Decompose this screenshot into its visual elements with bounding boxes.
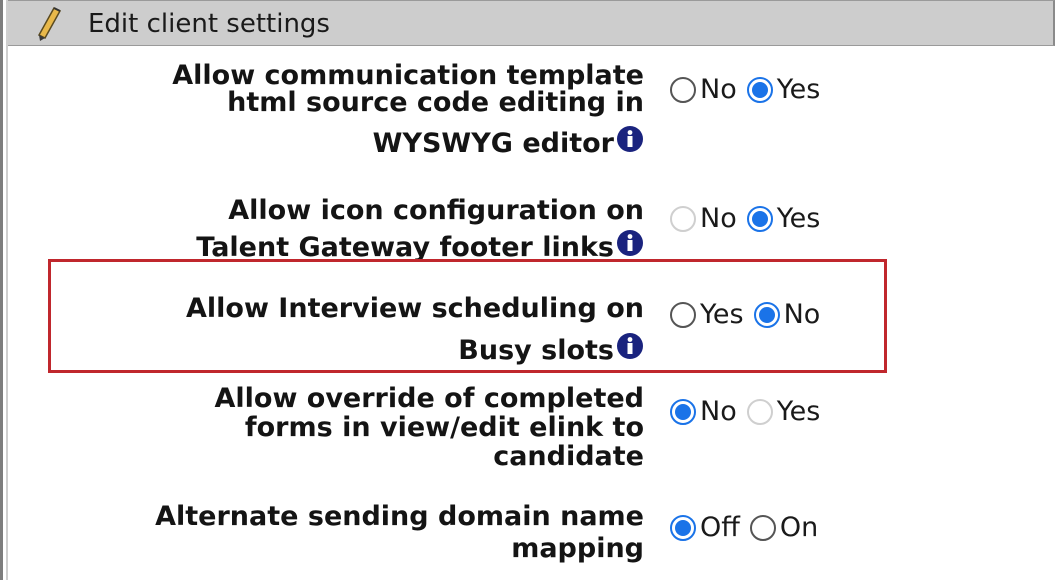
radio-no[interactable] [753, 301, 780, 328]
label-line: forms in view/edit elink to [244, 412, 644, 443]
radio-yes[interactable] [670, 301, 696, 328]
radio-yes[interactable] [746, 76, 773, 103]
radio-on[interactable] [749, 514, 776, 541]
radio-no[interactable] [670, 76, 696, 103]
radio-label: No [700, 74, 737, 105]
radio-yes[interactable] [746, 398, 773, 425]
setting-label: Allow icon configuration on Talent Gatew… [196, 193, 644, 267]
radio-label: No [700, 203, 737, 234]
radio-group: No Yes [670, 74, 830, 105]
radio-label: Yes [776, 396, 821, 427]
panel-left-edge [6, 0, 8, 580]
label-line: mapping [511, 533, 644, 564]
setting-label: Allow Interview scheduling on Busy slots [186, 288, 644, 373]
label-line: Allow communication template [172, 60, 644, 91]
label-line: Allow override of completed [214, 383, 644, 414]
radio-label: No [783, 299, 821, 330]
label-line: Busy slots [458, 335, 614, 366]
panel-title: Edit client settings [88, 9, 330, 39]
radio-group: No Yes [670, 203, 830, 234]
info-icon[interactable] [616, 331, 644, 373]
info-icon[interactable] [616, 125, 644, 158]
radio-label: No [700, 396, 737, 427]
radio-group: Off On [670, 512, 828, 543]
radio-no[interactable] [670, 398, 696, 425]
panel-header: Edit client settings [8, 0, 1055, 46]
radio-label: Off [700, 512, 740, 543]
radio-yes[interactable] [746, 205, 773, 232]
radio-off[interactable] [670, 514, 696, 541]
label-line: candidate [493, 441, 644, 472]
pencil-icon [36, 6, 62, 46]
label-line: html source code editing in [227, 87, 644, 118]
radio-label: On [779, 512, 819, 543]
radio-label: Yes [776, 203, 821, 234]
radio-label: Yes [700, 299, 744, 330]
radio-group: Yes No [670, 299, 830, 330]
setting-label: Allow communication template html source… [172, 62, 644, 158]
setting-label: Allow override of completed forms in vie… [214, 384, 644, 471]
label-line: Alternate sending domain name [155, 501, 644, 532]
radio-group: No Yes [670, 396, 830, 427]
radio-label: Yes [776, 74, 821, 105]
label-line: WYSWYG editor [372, 128, 614, 159]
setting-label: Alternate sending domain name mapping [155, 501, 644, 565]
label-line: Allow icon configuration on [228, 195, 644, 226]
label-line: Allow Interview scheduling on [186, 293, 644, 324]
radio-no[interactable] [670, 205, 696, 232]
